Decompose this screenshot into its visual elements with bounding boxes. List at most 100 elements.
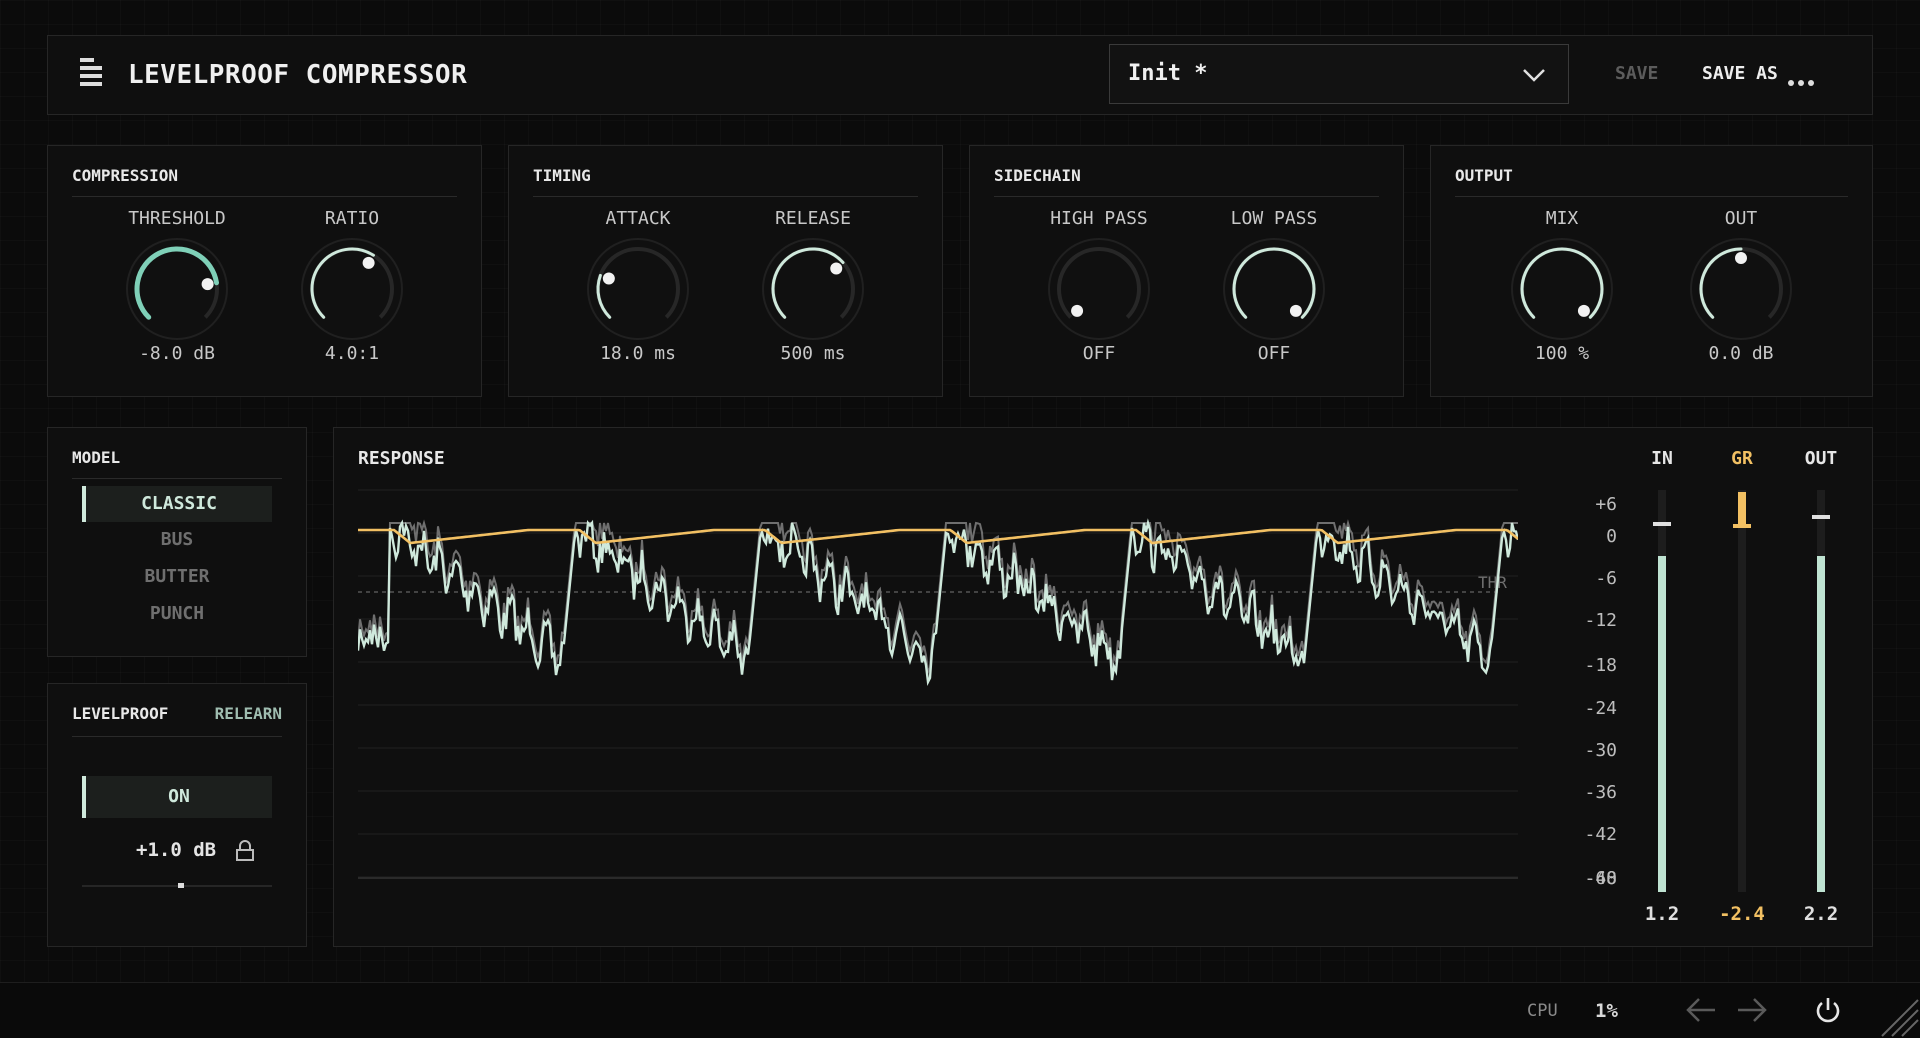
- section-title: MODEL: [72, 448, 121, 467]
- release-knob[interactable]: [758, 234, 868, 344]
- model-section: MODEL CLASSIC BUS BUTTER PUNCH: [47, 427, 307, 657]
- lock-icon[interactable]: [234, 840, 256, 862]
- levelproof-gain-value: +1.0 dB: [136, 839, 217, 861]
- section-title: OUTPUT: [1455, 166, 1513, 185]
- header-bar: LEVELPROOF COMPRESSOR Init * SAVE SAVE A…: [47, 35, 1873, 115]
- ratio-knob[interactable]: [297, 234, 407, 344]
- low-pass-knob[interactable]: [1219, 234, 1329, 344]
- levelproof-section: LEVELPROOF RELEARN ON +1.0 dB: [47, 683, 307, 947]
- attack-label: ATTACK: [605, 208, 671, 229]
- scale-tick-label: -6: [1595, 568, 1617, 589]
- out-knob[interactable]: [1686, 234, 1796, 344]
- model-classic[interactable]: CLASSIC: [82, 486, 272, 522]
- save-as-button[interactable]: SAVE AS: [1702, 63, 1778, 84]
- knob-pointer: [830, 262, 843, 275]
- low-pass-value: OFF: [1257, 343, 1291, 364]
- knob-body: [301, 238, 403, 340]
- knob-body: [1223, 238, 1325, 340]
- gain-reduction-curve: [358, 528, 1518, 545]
- model-punch[interactable]: PUNCH: [82, 596, 272, 632]
- scale-tick-label: -60: [1584, 868, 1617, 889]
- footer-bar: CPU 1%: [0, 982, 1920, 1038]
- mix-value: 100 %: [1534, 343, 1590, 364]
- relearn-button[interactable]: RELEARN: [215, 704, 282, 723]
- ratio-label: RATIO: [324, 208, 380, 229]
- divider: [533, 196, 918, 197]
- section-title: RESPONSE: [358, 448, 445, 469]
- compression-section: COMPRESSION THRESHOLD -8.0 dB RATIO 4.0:…: [47, 145, 482, 397]
- cpu-label: CPU: [1527, 1001, 1558, 1021]
- mix-label: MIX: [1545, 208, 1579, 229]
- release-value: 500 ms: [780, 343, 846, 364]
- section-title: COMPRESSION: [72, 166, 178, 185]
- section-title: TIMING: [533, 166, 591, 185]
- slider-thumb[interactable]: [177, 883, 184, 888]
- scale-tick-label: -36: [1584, 782, 1617, 803]
- divider: [72, 196, 457, 197]
- arrow-right-icon[interactable]: [1736, 995, 1768, 1025]
- arrow-left-icon[interactable]: [1685, 995, 1717, 1025]
- gr-meter-value: -2.4: [1719, 903, 1765, 925]
- gr-meter-label: GR: [1731, 448, 1753, 469]
- knob-pointer: [1071, 304, 1084, 317]
- in-meter-label: IN: [1651, 448, 1673, 469]
- threshold-value: -8.0 dB: [139, 343, 215, 364]
- scale-tick-label: -24: [1584, 698, 1617, 719]
- divider: [72, 478, 282, 479]
- knob-pointer: [201, 278, 214, 291]
- out-meter-label: OUT: [1804, 448, 1838, 469]
- low-pass-label: LOW PASS: [1230, 208, 1318, 229]
- model-butter[interactable]: BUTTER: [82, 559, 272, 595]
- divider: [72, 736, 282, 737]
- knob-body: [587, 238, 689, 340]
- ratio-value: 4.0:1: [324, 343, 380, 364]
- scale-tick-label: +6: [1595, 494, 1617, 515]
- in-meter-value: 1.2: [1644, 903, 1680, 925]
- timing-section: TIMING ATTACK 18.0 ms RELEASE 500 ms: [508, 145, 943, 397]
- gr-meter: [1733, 490, 1751, 892]
- preset-dropdown[interactable]: Init *: [1109, 44, 1569, 104]
- levelproof-on-toggle[interactable]: ON: [82, 776, 272, 818]
- threshold-label: THR: [1478, 573, 1507, 592]
- ellipsis-icon[interactable]: [1788, 71, 1814, 90]
- release-label: RELEASE: [775, 208, 851, 229]
- scale-tick-label: -18: [1584, 655, 1617, 676]
- cpu-value: 1%: [1595, 1000, 1618, 1022]
- knob-pointer: [362, 256, 375, 269]
- save-button[interactable]: SAVE: [1615, 63, 1658, 84]
- knob-pointer: [602, 272, 615, 285]
- threshold-knob[interactable]: [122, 234, 232, 344]
- attack-knob[interactable]: [583, 234, 693, 344]
- scale-tick-label: -30: [1584, 740, 1617, 761]
- chevron-down-icon: [1523, 69, 1545, 82]
- output-waveform: [358, 518, 1518, 686]
- preset-name: Init *: [1128, 61, 1208, 86]
- resize-grip-icon[interactable]: [1878, 996, 1920, 1038]
- response-graph: THR: [358, 489, 1518, 879]
- knob-pointer: [1577, 304, 1590, 317]
- knob-pointer: [1735, 252, 1747, 264]
- hamburger-icon[interactable]: [80, 56, 106, 92]
- model-bus[interactable]: BUS: [82, 522, 272, 558]
- mix-knob[interactable]: [1507, 234, 1617, 344]
- scale-tick-label: -42: [1584, 824, 1617, 845]
- db-scale: +6 0 -6 -12 -18 -24 -30 -36 -42 -48 -60: [1557, 428, 1627, 948]
- threshold-label: THRESHOLD: [128, 208, 226, 229]
- scale-tick-label: -12: [1584, 610, 1617, 631]
- knob-body: [1511, 238, 1613, 340]
- power-icon[interactable]: [1813, 995, 1843, 1025]
- out-meter-value: 2.2: [1803, 903, 1839, 925]
- divider: [994, 196, 1379, 197]
- output-section: OUTPUT MIX 100 % OUT 0.0 dB: [1430, 145, 1873, 397]
- out-meter: [1812, 490, 1830, 892]
- high-pass-knob[interactable]: [1044, 234, 1154, 344]
- knob-body: [126, 238, 228, 340]
- knob-pointer: [1289, 304, 1302, 317]
- section-title: LEVELPROOF: [72, 704, 169, 723]
- high-pass-label: HIGH PASS: [1050, 208, 1148, 229]
- attack-value: 18.0 ms: [600, 343, 676, 364]
- in-meter: [1653, 490, 1671, 892]
- section-title: SIDECHAIN: [994, 166, 1081, 185]
- response-section: RESPONSE THR +6 0 -6 -12 -18 -24 -30 -36 -42 -48-…: [333, 427, 1873, 947]
- levelproof-slider[interactable]: [82, 880, 272, 892]
